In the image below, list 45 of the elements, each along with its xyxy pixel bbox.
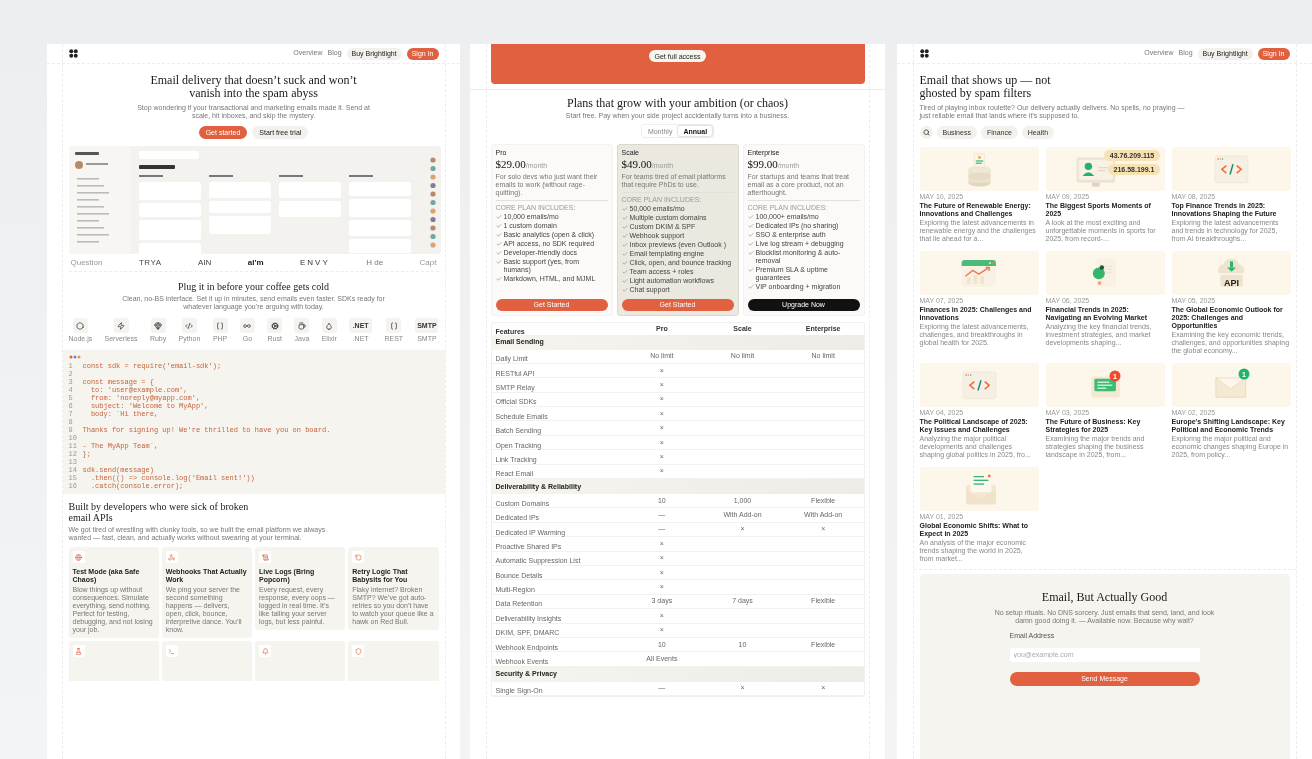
sdk-tile[interactable] [181, 318, 197, 333]
plan-price: $29.00 [495, 158, 526, 170]
search-button[interactable] [919, 126, 933, 139]
section-title: Plug it in before your coffee gets cold [177, 281, 330, 292]
braces-icon [389, 321, 398, 330]
code-icon [185, 321, 194, 330]
sdk-tile[interactable] [321, 318, 337, 333]
sdk-tile[interactable] [386, 318, 402, 333]
check-icon [747, 267, 754, 273]
partner-logo: Capt [419, 256, 437, 269]
cog-icon [270, 321, 279, 330]
plan-price: $99.00 [747, 158, 778, 170]
pricing-title: Plans that grow with your ambition (or chaos) [567, 97, 788, 110]
blog-title: Email that shows up — not ghosted by spam filters [919, 74, 1052, 100]
section-title: Built by developers who were sick of broken email APIs [68, 501, 250, 523]
sdk-tile[interactable] [212, 318, 228, 333]
check-icon [495, 276, 502, 282]
sdk-tile[interactable] [294, 318, 310, 333]
hexagon-icon [76, 321, 85, 330]
sdk-tile[interactable] [267, 318, 283, 333]
plan-price: $49.00 [621, 158, 652, 170]
partner-logo: TRYA [139, 256, 162, 269]
search-icon [922, 129, 930, 136]
api-label: API [1223, 277, 1239, 288]
droplet-icon [325, 321, 334, 330]
infinity-icon [243, 321, 252, 330]
partner-logo: AIN [198, 256, 212, 269]
logo-icon[interactable] [919, 49, 929, 58]
sdk-tile[interactable] [72, 318, 88, 333]
check-icon [747, 284, 754, 290]
hero-title: Email delivery that doesn’t suck and won’t vanish into the spam abyss [149, 74, 358, 100]
logo-icon[interactable] [68, 49, 78, 58]
gem-icon [154, 321, 163, 330]
bolt-icon [117, 321, 126, 330]
coffee-icon [297, 321, 306, 330]
cta-title: Email, But Actually Good [1041, 589, 1168, 606]
window-dots-icon [68, 355, 81, 359]
braces-icon [216, 321, 225, 330]
partner-logo: Question [70, 256, 103, 269]
sdk-tile[interactable] [150, 318, 166, 333]
partner-logo: H de [366, 256, 384, 269]
partner-logo: al'm [247, 256, 264, 269]
sdk-tile[interactable] [113, 318, 129, 333]
partner-logo: ENVY [300, 256, 330, 269]
sdk-tile[interactable] [239, 318, 255, 333]
